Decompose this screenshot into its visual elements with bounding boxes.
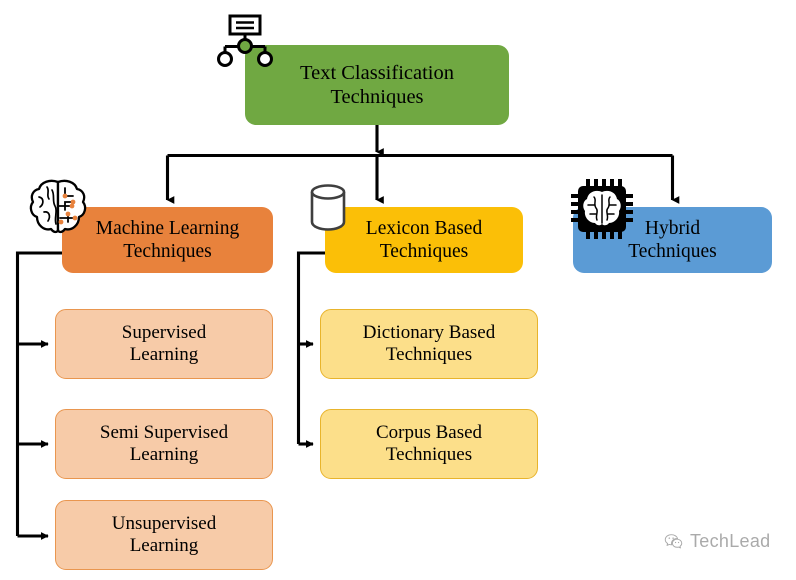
node-supervised-learning[interactable]: Supervised Learning bbox=[55, 309, 273, 379]
node-label: Text Classification Techniques bbox=[300, 61, 454, 108]
node-hybrid-techniques[interactable]: Hybrid Techniques bbox=[573, 207, 772, 273]
wechat-icon bbox=[664, 534, 683, 549]
node-machine-learning-techniques[interactable]: Machine Learning Techniques bbox=[62, 207, 273, 273]
watermark-label: TechLead bbox=[690, 531, 771, 551]
node-unsupervised-learning[interactable]: Unsupervised Learning bbox=[55, 500, 273, 570]
node-lexicon-based-techniques[interactable]: Lexicon Based Techniques bbox=[325, 207, 523, 273]
watermark: TechLead bbox=[664, 531, 770, 552]
node-label: Dictionary Based Techniques bbox=[362, 321, 496, 365]
node-label: Lexicon Based Techniques bbox=[365, 218, 483, 262]
node-label: Corpus Based Techniques bbox=[375, 421, 483, 465]
node-label: Semi Supervised Learning bbox=[99, 421, 229, 465]
node-label: Unsupervised Learning bbox=[111, 512, 217, 556]
node-semi-supervised-learning[interactable]: Semi Supervised Learning bbox=[55, 409, 273, 479]
node-dictionary-based-techniques[interactable]: Dictionary Based Techniques bbox=[320, 309, 538, 379]
diagram-canvas: Text Classification Techniques Machine L… bbox=[0, 0, 796, 580]
node-label: Supervised Learning bbox=[121, 321, 207, 365]
node-label: Machine Learning Techniques bbox=[95, 218, 240, 262]
node-text-classification-techniques[interactable]: Text Classification Techniques bbox=[245, 45, 509, 125]
node-corpus-based-techniques[interactable]: Corpus Based Techniques bbox=[320, 409, 538, 479]
node-label: Hybrid Techniques bbox=[628, 218, 717, 262]
